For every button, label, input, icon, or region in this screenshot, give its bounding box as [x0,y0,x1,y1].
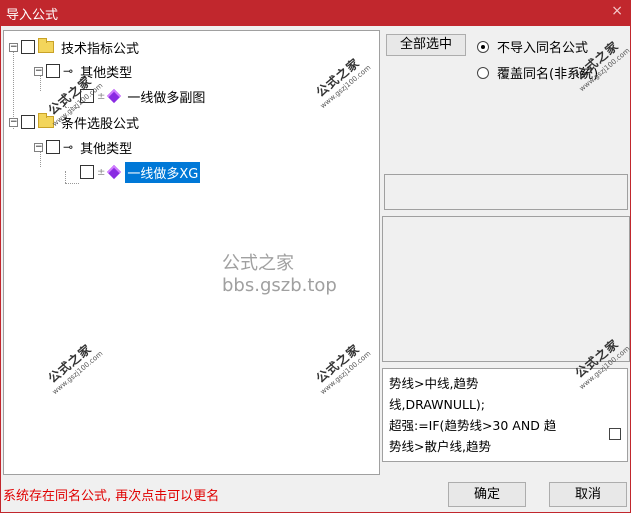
collapse-icon[interactable]: − [9,117,18,127]
code-checkbox[interactable] [609,428,621,440]
collapse-icon[interactable]: − [9,42,18,52]
collapse-icon[interactable]: − [34,66,43,76]
tree-node-label: 技术指标公式 [61,41,140,57]
description-panel [382,216,630,362]
tree-checkbox[interactable] [46,64,60,78]
tree-node-indicators[interactable]: − 技术指标公式 [9,37,141,57]
tree-node-label: 其他类型 [80,141,133,157]
radio-label: 不导入同名公式 [497,41,589,56]
code-line: 势线>散户线,趋势 [389,439,491,454]
tree-node-label: 一线做多副图 [127,90,206,106]
watermark-stamp: 公式之家 www.gszj100.com [313,341,373,397]
tree-node-stock-select[interactable]: − 条件选股公式 [9,112,141,132]
tree-node-label: 一线做多XG [125,161,201,183]
tree-checkbox[interactable] [80,165,94,179]
ok-button[interactable]: 确定 [448,482,526,507]
close-icon[interactable]: × [611,3,623,19]
key-icon: ⊸ [63,64,74,78]
formula-gem-icon [107,164,122,180]
code-line: 超强:=IF(趋势线>30 AND 趋 [389,418,557,433]
tree-checkbox[interactable] [21,115,35,129]
collapse-icon[interactable]: − [34,142,43,152]
dialog-body: − 技术指标公式 − ⊸ 其他类型 ± 一线做多副图 − 条件选股公式 − ⊸ … [0,26,631,513]
code-line: 线,DRAWNULL); [389,397,486,412]
title-bar: 导入公式 × [0,0,631,26]
tree-checkbox[interactable] [46,140,60,154]
watermark-stamp: 公式之家 www.gszj100.com [45,341,105,397]
key-icon: ⊸ [63,140,74,154]
radio-unselected-icon[interactable] [477,66,489,79]
cancel-button[interactable]: 取消 [549,482,627,507]
radio-skip-duplicates[interactable]: 不导入同名公式 [477,37,588,56]
window-title: 导入公式 [6,8,59,23]
tree-node-other-types[interactable]: − ⊸ 其他类型 [34,137,134,157]
formula-tree[interactable]: − 技术指标公式 − ⊸ 其他类型 ± 一线做多副图 − 条件选股公式 − ⊸ … [3,30,380,475]
folder-icon [38,38,54,53]
tree-connector [65,171,66,183]
formula-marker-icon: ± [97,166,106,178]
select-all-button[interactable]: 全部选中 [386,34,466,56]
formula-gem-icon [107,88,122,104]
info-panel [384,174,628,210]
tree-connector [65,183,79,184]
tree-checkbox[interactable] [21,40,35,54]
code-line: 势线>中线,趋势 [389,376,479,391]
status-message: 系统存在同名公式, 再次点击可以更名 [3,489,220,504]
radio-selected-icon[interactable] [477,40,489,53]
tree-node-formula-selected[interactable]: ± 一线做多XG [80,161,201,183]
watermark-text: 公式之家 bbs.gszb.top [222,253,337,296]
watermark-stamp: 公式之家 www.gszj100.com [313,55,373,111]
